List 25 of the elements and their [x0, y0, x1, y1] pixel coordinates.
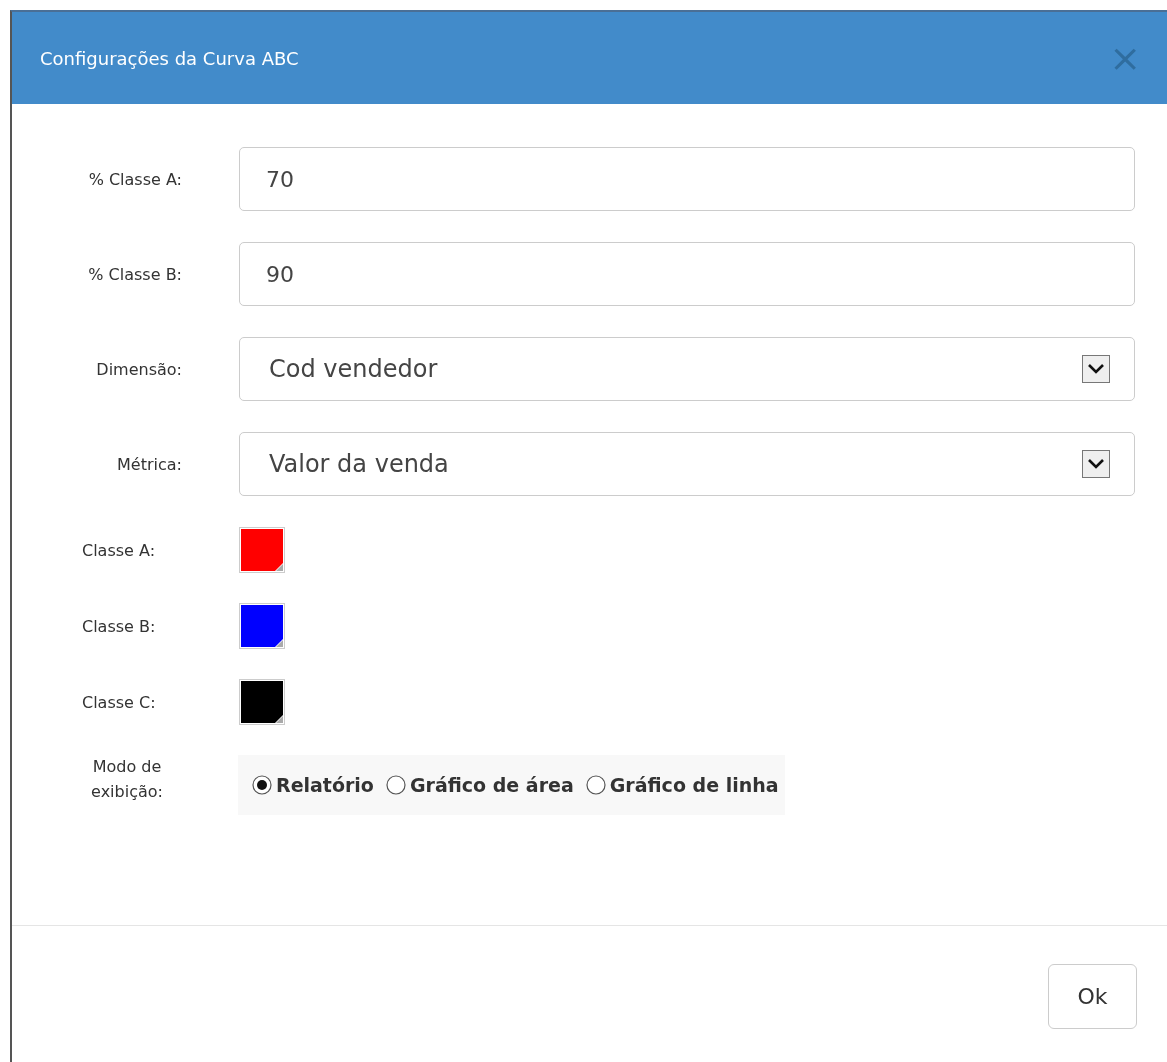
field-label: Dimensão: — [95, 359, 182, 379]
color-swatch[interactable] — [239, 603, 285, 649]
select-field[interactable]: Valor da venda — [239, 432, 1135, 496]
display-mode-label: Modo de exibição: — [90, 756, 164, 803]
dropdown-icon[interactable] — [1082, 355, 1110, 383]
radio-option[interactable]: Relatório — [252, 774, 374, 796]
field-label: % Classe A: — [87, 169, 182, 189]
color-swatch[interactable] — [239, 679, 285, 725]
dropdown-icon[interactable] — [1082, 450, 1110, 478]
field-label: Métrica: — [116, 454, 182, 474]
color-label: Classe C: — [81, 692, 157, 712]
radio-icon[interactable] — [385, 775, 406, 795]
radio-option[interactable]: Gráfico de linha — [585, 774, 779, 796]
ok-button[interactable]: Ok — [1048, 964, 1137, 1029]
color-label: Classe B: — [81, 616, 157, 636]
select-field[interactable]: Cod vendedor — [239, 337, 1135, 401]
dialog-title: Configurações da Curva ABC — [40, 47, 299, 69]
input-field[interactable]: 70 — [239, 147, 1135, 211]
radio-option[interactable]: Gráfico de área — [385, 774, 574, 796]
radio-icon[interactable] — [252, 775, 272, 795]
input-field[interactable]: 90 — [239, 242, 1135, 306]
color-swatch[interactable] — [239, 527, 285, 573]
radio-icon[interactable] — [585, 775, 606, 795]
color-label: Classe A: — [81, 540, 157, 560]
field-label: % Classe B: — [87, 264, 182, 284]
